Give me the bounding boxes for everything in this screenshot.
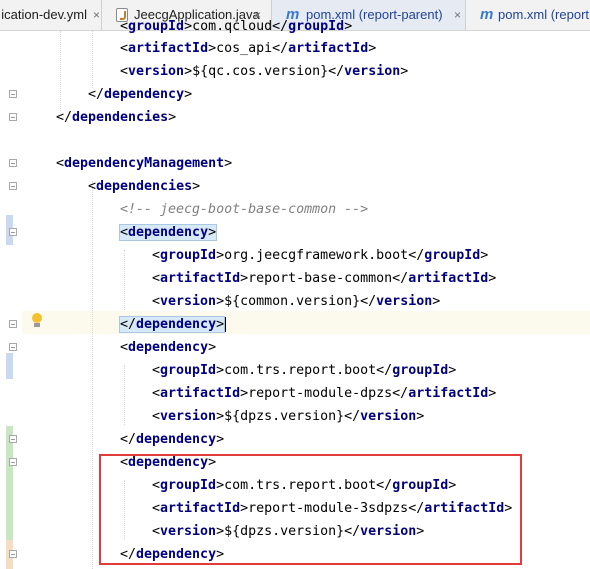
code-line: <version>${qc.cos.version}</version>: [120, 64, 409, 79]
fold-icon[interactable]: [9, 435, 17, 443]
code-line: <groupId>com.trs.report.boot</groupId>: [152, 363, 457, 378]
fold-icon[interactable]: [9, 90, 17, 98]
code-comment: <!-- jeecg-boot-base-common -->: [120, 202, 369, 217]
code-line: <dependencies>: [88, 179, 201, 194]
code-line: </dependency>: [118, 313, 227, 336]
intention-bulb-icon[interactable]: [31, 313, 43, 329]
code-line: <version>${dpzs.version}</version>: [152, 409, 425, 424]
indent-guide: [60, 31, 61, 111]
fold-icon[interactable]: [9, 550, 17, 558]
red-annotation-box: [99, 454, 522, 565]
code-line: <artifactId>report-base-common</artifact…: [152, 271, 497, 286]
fold-icon[interactable]: [9, 113, 17, 121]
indent-guide: [92, 31, 93, 88]
vcs-modified-marker: [6, 353, 13, 379]
code-line: <dependencyManagement>: [56, 156, 233, 171]
fold-icon[interactable]: [9, 458, 17, 466]
code-line: <groupId>org.jeecgframework.boot</groupI…: [152, 248, 489, 263]
code-line: </dependencies>: [56, 110, 177, 125]
fold-icon[interactable]: [9, 159, 17, 167]
vcs-added-marker: [6, 426, 13, 540]
close-icon[interactable]: ×: [93, 0, 100, 30]
fold-icon[interactable]: [9, 228, 17, 236]
code-line: <artifactId>report-module-dpzs</artifact…: [152, 386, 497, 401]
tab-label: ication-dev.yml: [1, 7, 87, 22]
indent-guide: [124, 365, 125, 425]
text-caret: [225, 317, 227, 332]
maven-icon: m: [480, 6, 494, 23]
code-line: <groupId>com.qcloud</groupId>: [120, 19, 353, 34]
fold-icon[interactable]: [9, 320, 17, 328]
fold-icon[interactable]: [9, 343, 17, 351]
matched-tag-highlight: <dependency>: [118, 224, 218, 241]
tab-application-dev-yml[interactable]: ication-dev.yml ×: [0, 0, 102, 30]
tab-pom-report[interactable]: m pom.xml (report: [466, 0, 590, 30]
code-line: <dependency>: [120, 340, 217, 355]
editor-gutter: [0, 31, 22, 569]
matched-tag-highlight: </dependency>: [118, 316, 226, 333]
code-line: </dependency>: [120, 432, 225, 447]
caret-row-highlight: [22, 311, 590, 334]
code-line: <version>${common.version}</version>: [152, 294, 441, 309]
code-editor[interactable]: <groupId>com.qcloud</groupId> <artifactI…: [0, 19, 590, 569]
code-line: <artifactId>cos_api</artifactId>: [120, 41, 377, 56]
code-line: <dependency>: [118, 221, 218, 244]
fold-icon[interactable]: [9, 182, 17, 190]
indent-guide: [124, 250, 125, 310]
close-icon[interactable]: ×: [454, 0, 461, 30]
code-line: </dependency>: [88, 87, 193, 102]
tab-label: pom.xml (report: [498, 7, 590, 22]
indent-guide: [92, 181, 93, 569]
